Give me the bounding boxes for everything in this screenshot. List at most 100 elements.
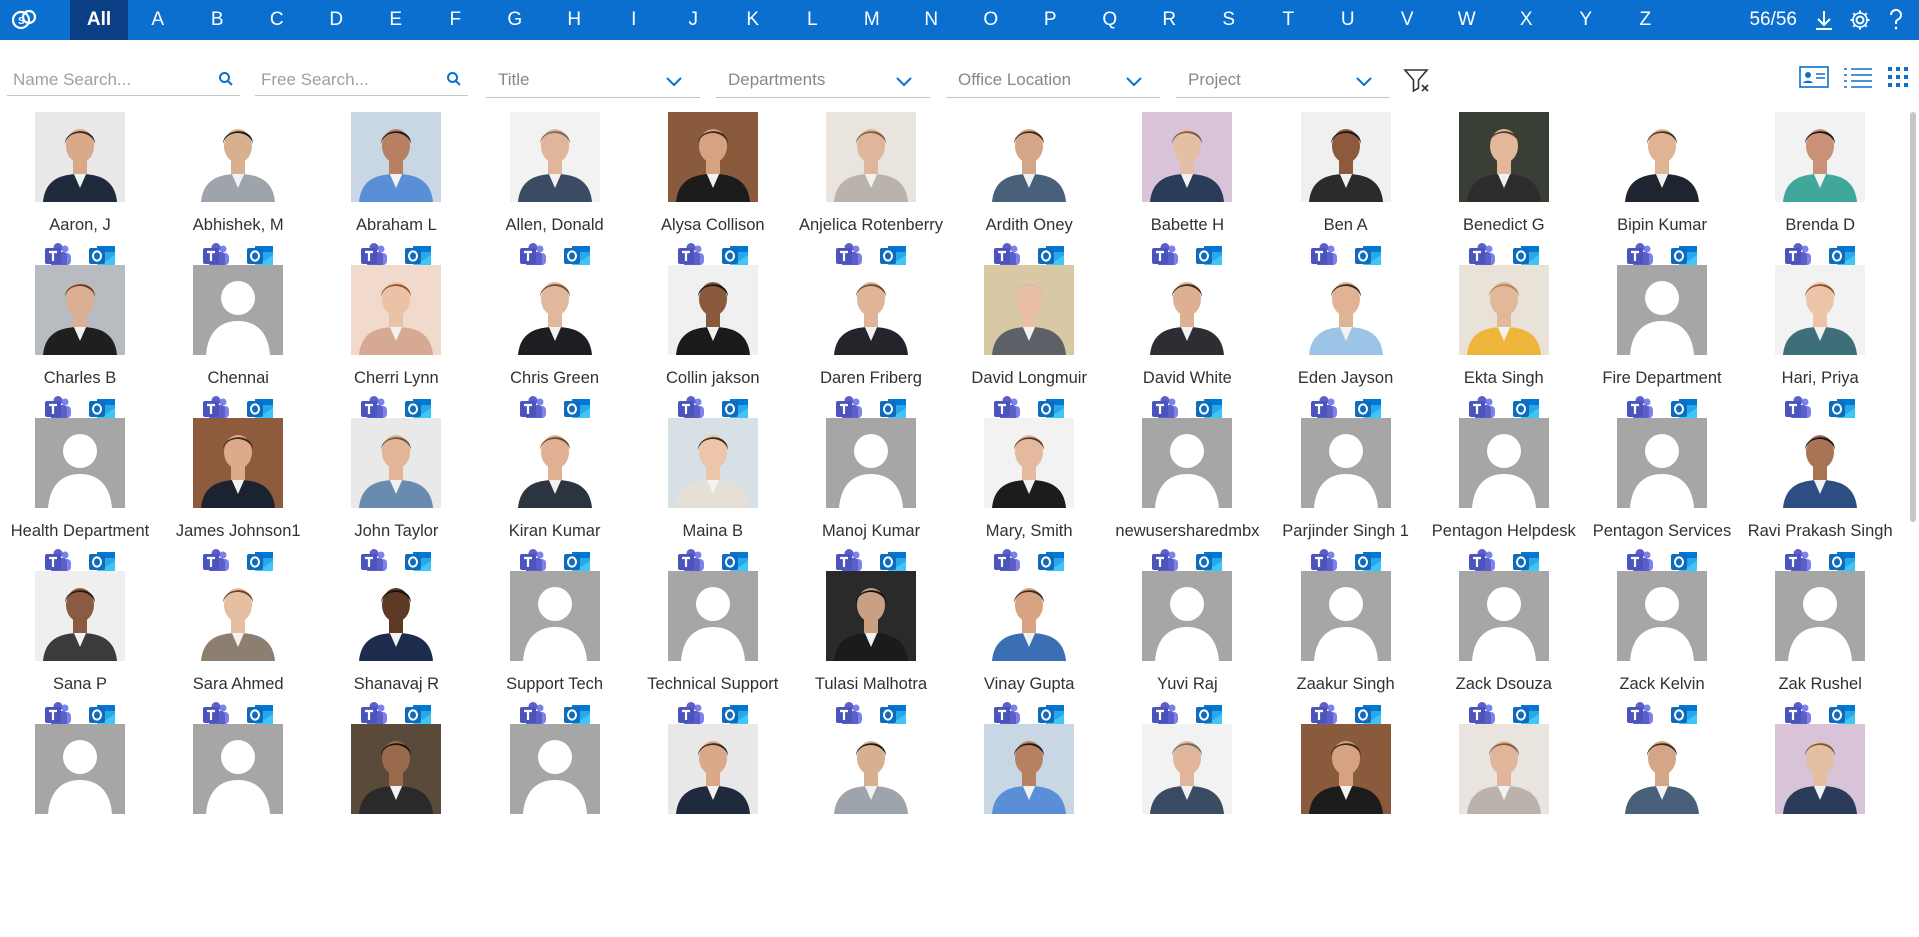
person-photo[interactable] (984, 418, 1075, 508)
letter-filter-n[interactable]: N (902, 0, 962, 40)
person-name[interactable]: Support Tech (476, 675, 634, 694)
default-avatar-icon[interactable] (1300, 418, 1391, 508)
name-search-input[interactable] (7, 69, 240, 90)
person-photo[interactable] (193, 418, 284, 508)
person-name[interactable]: Chris Green (476, 369, 634, 388)
app-logo-icon[interactable]: S (0, 0, 50, 40)
person-photo[interactable] (35, 112, 125, 202)
letter-filter-f[interactable]: F (426, 0, 486, 40)
person-photo[interactable] (1775, 265, 1866, 355)
person-photo[interactable] (509, 112, 600, 202)
person-name[interactable]: Cherri Lynn (317, 369, 475, 388)
clear-filter-icon[interactable] (1403, 68, 1431, 99)
departments-dropdown[interactable]: Departments (716, 62, 930, 98)
default-avatar-icon[interactable] (1300, 571, 1391, 661)
vertical-scrollbar[interactable] (1910, 112, 1916, 522)
letter-filter-s[interactable]: S (1199, 0, 1259, 40)
person-name[interactable]: Tulasi Malhotra (792, 675, 950, 694)
person-card[interactable] (1425, 724, 1583, 911)
letter-filter-v[interactable]: V (1378, 0, 1438, 40)
letter-filter-u[interactable]: U (1318, 0, 1378, 40)
person-photo[interactable] (1142, 265, 1233, 355)
person-name[interactable]: Allen, Donald (476, 216, 634, 235)
default-avatar-icon[interactable] (1458, 418, 1549, 508)
person-name[interactable]: Charles B (1, 369, 159, 388)
person-photo[interactable] (1142, 724, 1233, 814)
person-name[interactable]: Parjinder Singh 1 (1267, 522, 1425, 541)
person-name[interactable]: Bipin Kumar (1583, 216, 1741, 235)
person-photo[interactable] (984, 112, 1075, 202)
person-card[interactable] (634, 724, 792, 911)
letter-filter-y[interactable]: Y (1556, 0, 1616, 40)
person-card[interactable] (159, 724, 317, 911)
letter-filter-d[interactable]: D (307, 0, 367, 40)
person-name[interactable]: Kiran Kumar (476, 522, 634, 541)
search-icon[interactable] (218, 71, 234, 92)
person-photo[interactable] (826, 265, 916, 355)
person-photo[interactable] (509, 265, 600, 355)
person-name[interactable]: Mary, Smith (950, 522, 1108, 541)
person-photo[interactable] (1300, 724, 1391, 814)
person-card[interactable] (1741, 724, 1899, 911)
letter-filter-b[interactable]: B (188, 0, 248, 40)
person-photo[interactable] (193, 112, 284, 202)
grid-view-icon[interactable] (1887, 66, 1909, 93)
letter-filter-m[interactable]: M (842, 0, 902, 40)
person-name[interactable]: Shanavaj R (317, 675, 475, 694)
person-card[interactable] (1267, 724, 1425, 911)
person-photo[interactable] (1458, 724, 1549, 814)
person-name[interactable]: newusersharedmbx (1108, 522, 1266, 541)
person-card[interactable] (317, 724, 475, 911)
person-name[interactable]: Chennai (159, 369, 317, 388)
person-card[interactable] (1, 724, 159, 911)
person-photo[interactable] (984, 571, 1075, 661)
search-icon[interactable] (446, 71, 462, 92)
letter-filter-z[interactable]: Z (1616, 0, 1676, 40)
person-photo[interactable] (1458, 112, 1549, 202)
default-avatar-icon[interactable] (35, 418, 125, 508)
letter-filter-i[interactable]: I (604, 0, 664, 40)
person-photo[interactable] (193, 571, 284, 661)
person-name[interactable]: Hari, Priya (1741, 369, 1899, 388)
person-name[interactable]: Sara Ahmed (159, 675, 317, 694)
person-photo[interactable] (1775, 418, 1866, 508)
letter-filter-x[interactable]: X (1497, 0, 1557, 40)
person-photo[interactable] (1617, 724, 1707, 814)
default-avatar-icon[interactable] (667, 571, 758, 661)
person-photo[interactable] (667, 265, 758, 355)
default-avatar-icon[interactable] (826, 418, 916, 508)
person-photo[interactable] (351, 418, 442, 508)
person-name[interactable]: Abhishek, M (159, 216, 317, 235)
person-name[interactable]: Alysa Collison (634, 216, 792, 235)
person-photo[interactable] (1300, 112, 1391, 202)
download-icon[interactable] (1811, 7, 1837, 33)
person-photo[interactable] (826, 724, 916, 814)
letter-filter-q[interactable]: Q (1080, 0, 1140, 40)
person-photo[interactable] (351, 724, 442, 814)
letter-filter-j[interactable]: J (664, 0, 724, 40)
person-name[interactable]: David Longmuir (950, 369, 1108, 388)
person-photo[interactable] (35, 571, 125, 661)
person-name[interactable]: Benedict G (1425, 216, 1583, 235)
person-photo[interactable] (509, 418, 600, 508)
person-name[interactable]: David White (1108, 369, 1266, 388)
person-photo[interactable] (984, 265, 1075, 355)
letter-filter-c[interactable]: C (247, 0, 307, 40)
title-dropdown[interactable]: Title (486, 62, 700, 98)
person-name[interactable]: Abraham L (317, 216, 475, 235)
office-location-dropdown[interactable]: Office Location (946, 62, 1160, 98)
person-photo[interactable] (984, 724, 1075, 814)
person-name[interactable]: Zack Kelvin (1583, 675, 1741, 694)
letter-filter-g[interactable]: G (485, 0, 545, 40)
default-avatar-icon[interactable] (1458, 571, 1549, 661)
person-name[interactable]: Aaron, J (1, 216, 159, 235)
person-name[interactable]: Ravi Prakash Singh (1741, 522, 1899, 541)
settings-gear-icon[interactable] (1847, 7, 1873, 33)
default-avatar-icon[interactable] (1142, 571, 1233, 661)
person-photo[interactable] (351, 571, 442, 661)
person-name[interactable]: Ekta Singh (1425, 369, 1583, 388)
person-photo[interactable] (1142, 112, 1233, 202)
default-avatar-icon[interactable] (35, 724, 125, 814)
person-name[interactable]: Collin jakson (634, 369, 792, 388)
person-card[interactable] (1108, 724, 1266, 911)
